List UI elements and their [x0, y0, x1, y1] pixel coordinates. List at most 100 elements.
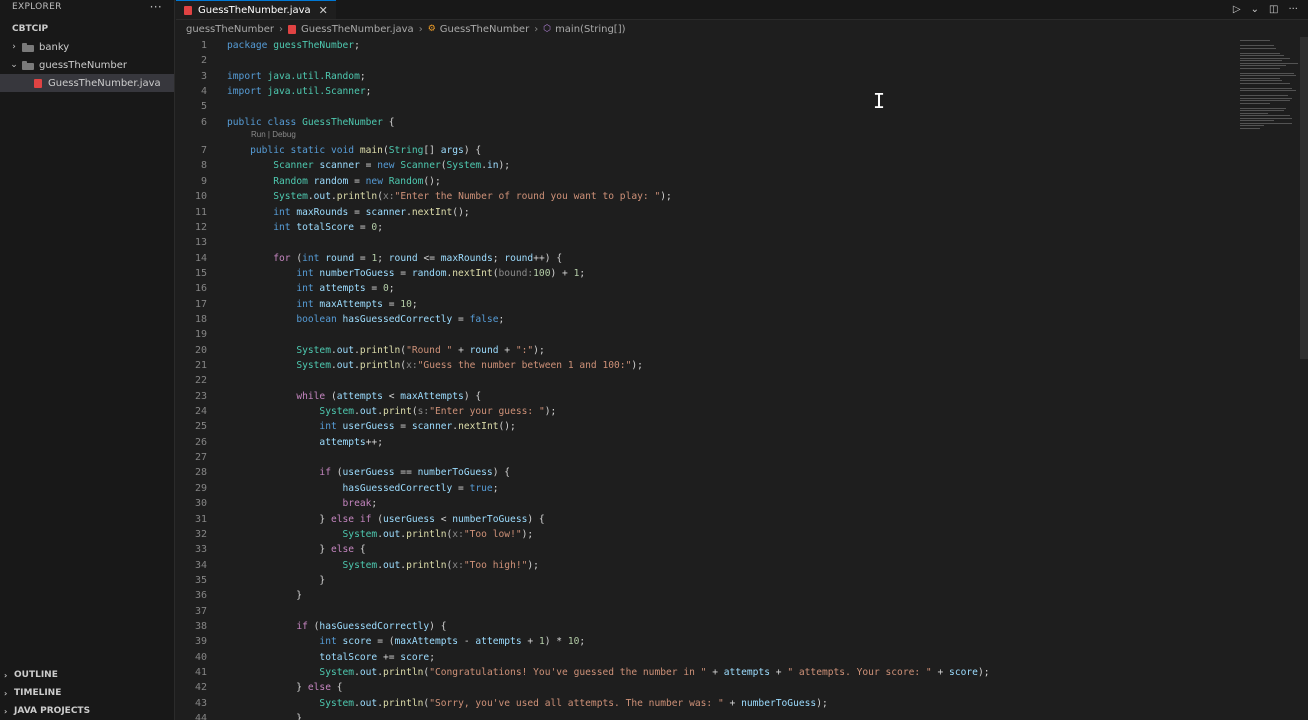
code-line[interactable]: int numberToGuess = random.nextInt(bound…	[227, 266, 585, 281]
breadcrumb-folder[interactable]: guessTheNumber	[186, 24, 274, 35]
tree-folder-banky[interactable]: › banky	[0, 38, 174, 56]
code-token: out	[336, 344, 355, 356]
code-line[interactable]: Scanner scanner = new Scanner(System.in)…	[227, 158, 510, 173]
code-line[interactable]: System.out.println(x:"Guess the number b…	[227, 358, 643, 373]
more-actions-icon[interactable]: ···	[150, 1, 162, 13]
line-number: 43	[194, 697, 207, 709]
code-line[interactable]: } else {	[227, 542, 365, 557]
tab-label: GuessTheNumber.java	[198, 4, 311, 16]
code-line[interactable]: int maxAttempts = 10;	[227, 297, 418, 312]
code-line[interactable]: }	[227, 711, 302, 720]
panel-title: JAVA PROJECTS	[14, 706, 91, 716]
code-token: =	[452, 482, 470, 494]
code-token: Scanner	[400, 160, 441, 172]
code-token: =	[394, 267, 412, 279]
code-token: }	[227, 682, 308, 694]
line-number: 12	[194, 221, 207, 233]
code-token: +	[521, 636, 539, 648]
code-line[interactable]: if (hasGuessedCorrectly) {	[227, 619, 446, 634]
code-line[interactable]: int userGuess = scanner.nextInt();	[227, 419, 515, 434]
java-projects-panel[interactable]: › JAVA PROJECTS	[0, 702, 175, 720]
code-line[interactable]: Random random = new Random();	[227, 174, 441, 189]
close-icon[interactable]: ✕	[319, 4, 328, 17]
workspace-section[interactable]: CBTCIP	[0, 20, 174, 38]
breadcrumb-file[interactable]: GuessTheNumber.java	[301, 24, 414, 35]
code-line[interactable]: break;	[227, 496, 378, 511]
breadcrumb-class[interactable]: GuessTheNumber	[440, 24, 529, 35]
editor-scrollbar[interactable]	[1300, 37, 1308, 359]
code-token: ) +	[550, 267, 574, 279]
code-token: random	[411, 267, 447, 279]
tree-folder-guessthenumber[interactable]: ⌄ guessTheNumber	[0, 56, 174, 74]
code-line[interactable]: }	[227, 573, 325, 588]
code-editor[interactable]: 1 2 3 4 5 6 7 8 9 10 11 12 13 14 15 16 17 18 19 20 21 22 23 24 2…	[176, 37, 1308, 720]
code-token: System	[446, 160, 482, 172]
code-token: println	[359, 344, 401, 356]
code-line[interactable]: boolean hasGuessedCorrectly = false;	[227, 312, 504, 327]
code-token: if	[296, 620, 314, 632]
code-line[interactable]: System.out.println(x:"Too high!");	[227, 558, 539, 573]
line-number: 34	[194, 559, 207, 571]
code-line[interactable]: int attempts = 0;	[227, 281, 394, 296]
code-line[interactable]: import java.util.Random;	[227, 69, 366, 84]
code-line[interactable]: if (userGuess == numberToGuess) {	[227, 465, 510, 480]
code-line[interactable]: System.out.println(x:"Enter the Number o…	[227, 189, 672, 204]
code-line[interactable]: System.out.println("Congratulations! You…	[227, 665, 989, 680]
code-token: ;	[498, 313, 505, 325]
code-token: "Sorry, you've used all attempts. The nu…	[429, 697, 724, 709]
chevron-right-icon: ›	[4, 706, 8, 716]
code-line[interactable]: hasGuessedCorrectly = true;	[227, 481, 499, 496]
code-line[interactable]: import java.util.Scanner;	[227, 84, 371, 99]
code-token: int	[296, 267, 320, 279]
code-token: -	[458, 636, 476, 648]
explorer-title: EXPLORER	[12, 2, 62, 12]
code-line[interactable]: public static void main(String[] args) {	[227, 143, 481, 158]
code-token: []	[423, 145, 441, 157]
code-token: attempts	[319, 283, 366, 295]
code-line[interactable]: }	[227, 588, 302, 603]
code-token: round	[504, 252, 534, 264]
tree-file-guessthenumber-java[interactable]: GuessTheNumber.java	[0, 74, 174, 92]
code-token: ;	[411, 298, 418, 310]
code-line[interactable]: System.out.print(s:"Enter your guess: ")…	[227, 404, 556, 419]
code-token: if	[319, 467, 337, 479]
code-line[interactable]: } else if (userGuess < numberToGuess) {	[227, 512, 544, 527]
code-token: }	[227, 574, 326, 586]
run-icon[interactable]: ▷	[1233, 4, 1241, 15]
code-line[interactable]: attempts++;	[227, 435, 383, 450]
breadcrumb: guessTheNumber › GuessTheNumber.java › ⚙…	[176, 21, 1308, 37]
tab-guessthenumber-java[interactable]: GuessTheNumber.java ✕	[176, 0, 336, 19]
editor-actions: ▷ ⌄ ◫ ···	[1233, 0, 1308, 19]
minimap-line	[1240, 72, 1294, 74]
minimap[interactable]	[1240, 40, 1298, 129]
code-line[interactable]: System.out.println("Sorry, you've used a…	[227, 696, 827, 711]
breadcrumb-method[interactable]: main(String[])	[555, 24, 625, 35]
code-line[interactable]: for (int round = 1; round <= maxRounds; …	[227, 251, 562, 266]
outline-panel[interactable]: › OUTLINE	[0, 666, 175, 684]
codelens-run-debug[interactable]: Run | Debug	[251, 129, 296, 141]
more-actions-icon[interactable]: ···	[1288, 4, 1298, 15]
code-token: ;	[492, 252, 505, 264]
code-line[interactable]: public class GuessTheNumber {	[227, 115, 395, 130]
code-line[interactable]: int score = (maxAttempts - attempts + 1)…	[227, 634, 585, 649]
minimap-line	[1240, 117, 1292, 119]
split-editor-icon[interactable]: ◫	[1269, 4, 1278, 15]
code-line[interactable]: } else {	[227, 680, 342, 695]
code-token: false	[469, 313, 499, 325]
code-line[interactable]: while (attempts < maxAttempts) {	[227, 389, 481, 404]
code-line[interactable]: package guessTheNumber;	[227, 38, 360, 53]
code-line[interactable]: System.out.println("Round " + round + ":…	[227, 343, 544, 358]
timeline-panel[interactable]: › TIMELINE	[0, 684, 175, 702]
code-line[interactable]: int maxRounds = scanner.nextInt();	[227, 205, 469, 220]
code-line[interactable]: System.out.println(x:"Too low!");	[227, 527, 534, 542]
code-line[interactable]: int totalScore = 0;	[227, 220, 383, 235]
code-token: }	[227, 544, 331, 556]
code-token: ;	[492, 482, 499, 494]
chevron-down-icon[interactable]: ⌄	[1251, 4, 1259, 15]
code-line[interactable]: totalScore += score;	[227, 650, 435, 665]
